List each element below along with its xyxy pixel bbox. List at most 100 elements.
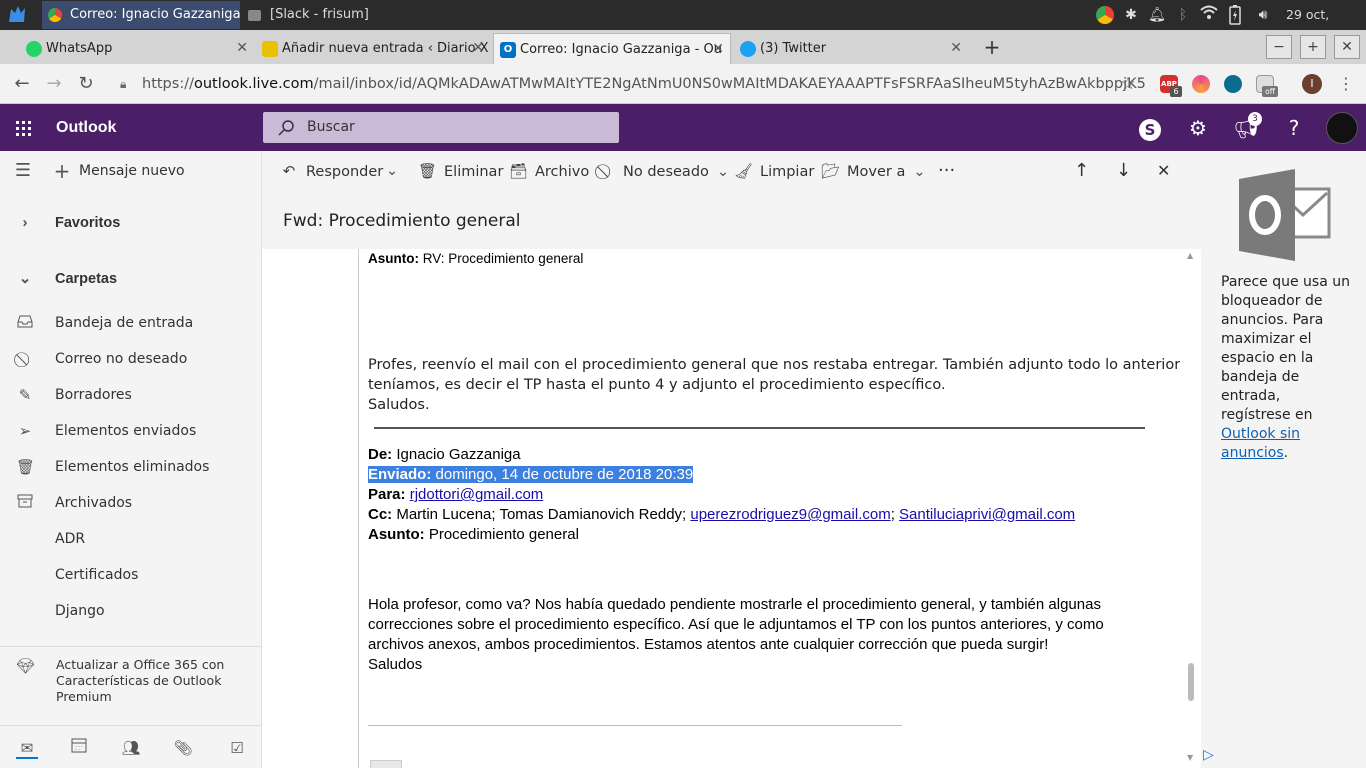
folder-sent[interactable]: ➢ Elementos enviados bbox=[0, 413, 262, 449]
email-link[interactable]: rjdottori@gmail.com bbox=[410, 486, 544, 503]
tab-wordpress[interactable]: Añadir nueva entrada ‹ Diario X ✕ bbox=[256, 33, 490, 64]
taskbar-window-outlook[interactable]: Correo: Ignacio Gazzaniga - ... bbox=[42, 1, 240, 29]
reload-button[interactable]: ↻ bbox=[74, 72, 98, 96]
tab-whatsapp[interactable]: WhatsApp ✕ bbox=[20, 33, 254, 64]
folder-adr[interactable]: ADR bbox=[0, 521, 262, 557]
tasks-icon[interactable]: ☑ bbox=[226, 737, 248, 759]
mail-icon[interactable]: ✉ bbox=[16, 737, 38, 759]
twitter-icon bbox=[740, 41, 756, 57]
scroll-up-icon[interactable]: ▲ bbox=[1187, 251, 1193, 260]
extension-badge: 6 bbox=[1170, 86, 1182, 97]
sweep-button[interactable]: 🧹︎ Limpiar bbox=[734, 151, 814, 191]
bluetooth-icon[interactable]: ᛒ bbox=[1174, 5, 1192, 25]
close-icon[interactable]: ✕ bbox=[950, 33, 962, 64]
new-message-button[interactable]: ☰ + Mensaje nuevo bbox=[0, 153, 262, 189]
search-input[interactable]: Buscar bbox=[263, 112, 619, 143]
gear-icon[interactable]: ⚙ bbox=[1184, 114, 1212, 142]
profile-avatar[interactable]: I bbox=[1302, 74, 1322, 94]
search-icon bbox=[277, 118, 295, 136]
bookmark-star-icon[interactable]: ☆ bbox=[1116, 72, 1140, 96]
extension-icon[interactable] bbox=[1192, 75, 1210, 93]
plus-icon: + bbox=[53, 159, 71, 183]
email-link[interactable]: Santiluciaprivi@gmail.com bbox=[899, 506, 1075, 523]
ad-free-link[interactable]: Outlook sin bbox=[1221, 426, 1300, 442]
new-tab-button[interactable]: + bbox=[980, 36, 1004, 60]
launcher-icon[interactable] bbox=[4, 3, 30, 27]
app-brand[interactable]: Outlook bbox=[56, 104, 116, 151]
archive-icon bbox=[16, 494, 34, 512]
paperclip-icon[interactable]: 📎︎ bbox=[172, 737, 194, 759]
address-bar[interactable]: 🔒︎ https://outlook.live.com/mail/inbox/i… bbox=[110, 70, 1146, 98]
reply-options-chevron-icon[interactable]: ⌄ bbox=[386, 151, 398, 191]
whatsapp-icon bbox=[26, 41, 42, 57]
taskbar-window-label: [Slack - frisum] bbox=[270, 7, 369, 22]
close-icon[interactable]: ✕ bbox=[712, 34, 724, 64]
wifi-icon[interactable] bbox=[1198, 5, 1220, 25]
clock[interactable]: 29 oct, 15:34 bbox=[1286, 5, 1362, 42]
menu-kebab-icon[interactable]: ⋮ bbox=[1334, 72, 1358, 96]
tab-outlook[interactable]: O Correo: Ignacio Gazzaniga - Ou ✕ bbox=[493, 33, 731, 64]
inbox-icon bbox=[16, 314, 34, 332]
folder-inbox[interactable]: Bandeja de entrada bbox=[0, 305, 262, 341]
people-icon[interactable]: 👥︎ bbox=[120, 737, 142, 759]
delete-button[interactable]: 🗑︎ Eliminar bbox=[418, 151, 503, 191]
skype-icon[interactable]: S bbox=[1136, 114, 1164, 142]
url-host: outlook.live.com bbox=[193, 76, 314, 92]
junk-label: No deseado bbox=[623, 164, 709, 180]
close-icon[interactable]: ✕ bbox=[472, 33, 484, 64]
forward-button[interactable]: → bbox=[42, 72, 66, 96]
tab-twitter[interactable]: (3) Twitter ✕ bbox=[734, 33, 968, 64]
taskbar-window-label: Correo: Ignacio Gazzaniga - ... bbox=[70, 7, 240, 22]
ad-free-link[interactable]: anuncios bbox=[1221, 445, 1284, 461]
folder-django[interactable]: Django bbox=[0, 593, 262, 629]
favorites-toggle[interactable]: › Favoritos bbox=[0, 205, 262, 241]
header-cc: Cc: Martin Lucena; Tomas Damianovich Red… bbox=[368, 506, 1076, 523]
quote-divider bbox=[358, 249, 359, 768]
folders-toggle[interactable]: ⌄ Carpetas bbox=[0, 261, 262, 297]
app-launcher-icon[interactable] bbox=[14, 118, 34, 138]
chrome-tray-icon[interactable] bbox=[1094, 5, 1116, 25]
extension-icon[interactable] bbox=[1224, 75, 1242, 93]
battery-icon[interactable] bbox=[1226, 5, 1244, 25]
folder-label: Borradores bbox=[55, 387, 132, 403]
settings-tray-icon[interactable]: ✱ bbox=[1120, 5, 1142, 25]
maximize-button[interactable]: + bbox=[1300, 35, 1326, 59]
folder-archive[interactable]: Archivados bbox=[0, 485, 262, 521]
folder-drafts[interactable]: ✎ Borradores bbox=[0, 377, 262, 413]
folder-deleted[interactable]: 🗑︎ Elementos eliminados bbox=[0, 449, 262, 485]
scrollbar-thumb[interactable] bbox=[1188, 663, 1194, 701]
delete-label: Eliminar bbox=[444, 164, 504, 180]
user-avatar[interactable] bbox=[1326, 112, 1358, 144]
reply-button[interactable]: ↶ Responder bbox=[280, 151, 384, 191]
window-close-button[interactable]: ✕ bbox=[1334, 35, 1360, 59]
email-link[interactable]: uperezrodriguez9@gmail.com bbox=[690, 506, 890, 523]
next-message-icon[interactable]: ↓ bbox=[1116, 151, 1131, 191]
adchoices-icon[interactable]: ▷ bbox=[1203, 747, 1214, 763]
taskbar-window-slack[interactable]: [Slack - frisum] bbox=[242, 1, 442, 29]
close-icon[interactable]: ✕ bbox=[236, 33, 248, 64]
previous-message-icon[interactable]: ↑ bbox=[1074, 151, 1089, 191]
volume-icon[interactable]: 🔊︎ bbox=[1252, 5, 1274, 25]
back-button[interactable]: ← bbox=[10, 72, 34, 96]
bell-icon[interactable]: 🔔︎ bbox=[1146, 5, 1168, 25]
folder-certificados[interactable]: Certificados bbox=[0, 557, 262, 593]
close-reading-pane-icon[interactable]: ✕ bbox=[1157, 151, 1170, 191]
ad-blocker-message: Parece que usa un bloqueador de anuncios… bbox=[1221, 274, 1350, 461]
hamburger-icon[interactable]: ☰ bbox=[14, 162, 32, 180]
diamond-icon: 💎︎ bbox=[16, 657, 36, 675]
scroll-down-icon[interactable]: ▼ bbox=[1187, 753, 1193, 762]
folder-junk[interactable]: ⃠ Correo no deseado bbox=[0, 341, 262, 377]
minimize-button[interactable]: − bbox=[1266, 35, 1292, 59]
archive-button[interactable]: 🗃︎ Archivo bbox=[509, 151, 589, 191]
help-icon[interactable]: ? bbox=[1280, 114, 1308, 142]
body-line: teníamos, es decir el TP hasta el punto … bbox=[368, 377, 946, 393]
original-message-header: De: Ignacio Gazzaniga Enviado: domingo, … bbox=[368, 445, 1075, 545]
calendar-icon[interactable] bbox=[68, 737, 90, 759]
upgrade-banner[interactable]: 💎︎ Actualizar a Office 365 con Caracterí… bbox=[0, 646, 262, 706]
junk-button[interactable]: ⃠No deseado⌄ bbox=[597, 151, 729, 191]
more-options-icon[interactable]: ··· bbox=[938, 151, 955, 191]
move-button[interactable]: 📂︎ Mover a ⌄ bbox=[821, 151, 926, 191]
header-subject: Asunto: Procedimiento general bbox=[368, 526, 579, 543]
reading-scrollbar[interactable]: ▲ ▼ bbox=[1184, 249, 1198, 768]
attachment-thumbnail[interactable] bbox=[370, 760, 402, 768]
